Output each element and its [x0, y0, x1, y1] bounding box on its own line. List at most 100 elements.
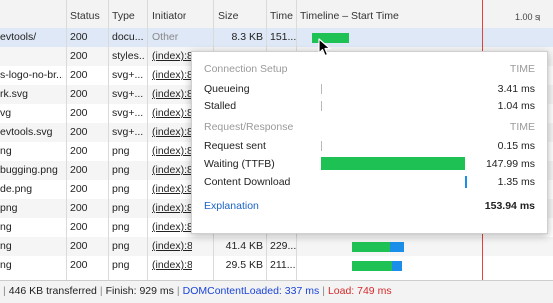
finish-text: Finish: 929 ms: [105, 285, 174, 297]
request-name: evtools/: [0, 31, 37, 43]
request-initiator[interactable]: (index):8: [152, 161, 192, 180]
request-initiator[interactable]: (index):8: [152, 180, 192, 199]
queueing-row: Queueing 3.41 ms: [204, 81, 535, 97]
connection-setup-label: Connection Setup: [204, 63, 288, 75]
waiting-bar: [321, 157, 465, 170]
request-status: 200: [70, 221, 88, 233]
explanation-link[interactable]: Explanation: [204, 198, 259, 214]
request-status: 200: [70, 69, 88, 81]
queueing-label: Queueing: [204, 83, 250, 95]
request-initiator[interactable]: (index):8: [152, 142, 192, 161]
waterfall-download-bar: [392, 261, 402, 271]
queueing-bar: [321, 84, 322, 94]
request-type: png: [112, 221, 130, 233]
column-divider: [147, 0, 148, 280]
request-initiator[interactable]: (index):8: [152, 66, 192, 85]
request-response-label: Request/Response: [204, 121, 294, 133]
request-name: de.png: [0, 183, 33, 195]
content-download-value: 1.35 ms: [497, 176, 535, 188]
timeline-scale-tick: [539, 15, 540, 21]
request-name: rk.svg: [0, 88, 29, 100]
request-initiator[interactable]: (index):8: [152, 218, 192, 237]
waiting-value: 147.99 ms: [485, 158, 535, 170]
table-row[interactable]: evtools/200 docu... Other 8.3 KB 151...: [0, 28, 553, 47]
request-name: ng: [0, 259, 12, 271]
waterfall-waiting-bar: [352, 261, 392, 271]
table-row[interactable]: ng 200 png (index):8 41.4 KB 229...: [0, 237, 553, 256]
timing-tooltip: Connection Setup TIME Queueing 3.41 ms S…: [191, 51, 548, 234]
request-sent-value: 0.15 ms: [497, 140, 535, 152]
content-download-bar: [465, 176, 467, 188]
request-name: evtools.svg: [0, 126, 53, 138]
request-sent-row: Request sent 0.15 ms: [204, 138, 535, 154]
stalled-label: Stalled: [204, 100, 237, 112]
request-status: 200: [70, 145, 88, 157]
request-name: ng: [0, 145, 12, 157]
request-initiator[interactable]: (index):8: [152, 123, 192, 142]
request-initiator[interactable]: (index):8: [152, 256, 192, 275]
request-status: 200: [70, 164, 88, 176]
request-name: png: [0, 202, 18, 214]
time-header: TIME: [509, 63, 535, 75]
request-status: 200: [70, 183, 88, 195]
request-type: docu...: [112, 31, 144, 43]
request-initiator[interactable]: (index):8: [152, 199, 192, 218]
status-separator: |: [322, 285, 325, 297]
request-name: ng: [0, 240, 12, 252]
request-initiator[interactable]: (index):8: [152, 237, 192, 256]
request-type: svg+...: [112, 88, 144, 100]
request-name: ng: [0, 221, 12, 233]
stalled-value: 1.04 ms: [497, 100, 535, 112]
request-status: 200: [70, 126, 88, 138]
total-time: 153.94 ms: [484, 200, 535, 212]
stalled-bar: [321, 101, 322, 111]
request-status: 200: [70, 107, 88, 119]
request-name: [0, 47, 63, 66]
request-initiator[interactable]: (index):8: [152, 47, 192, 66]
request-type: png: [112, 259, 130, 271]
content-download-label: Content Download: [204, 176, 291, 188]
transferred-text: 446 KB transferred: [8, 285, 97, 297]
request-type: svg+...: [112, 107, 144, 119]
request-type: png: [112, 183, 130, 195]
waiting-label: Waiting (TTFB): [204, 158, 275, 170]
table-row[interactable]: ng 200 png (index):8 29.5 KB 211...: [0, 256, 553, 275]
request-type: svg+...: [112, 69, 144, 81]
request-status: 200: [70, 50, 88, 62]
request-type: png: [112, 145, 130, 157]
load-text: Load: 749 ms: [327, 285, 392, 297]
request-size: 41.4 KB: [225, 240, 263, 252]
waterfall-download-bar: [390, 242, 404, 252]
request-time: 229...: [270, 240, 296, 252]
status-separator: |: [3, 285, 6, 297]
request-name: vg: [0, 107, 12, 119]
status-bar: | 446 KB transferred | Finish: 929 ms | DOMCo…: [0, 280, 553, 303]
content-download-row: Content Download 1.35 ms: [204, 174, 535, 190]
dom-content-loaded-text: DOMContentLoaded: 337 ms: [182, 285, 320, 297]
request-status: 200: [70, 259, 88, 271]
mouse-cursor-icon: [318, 38, 331, 57]
request-initiator[interactable]: (index):8: [152, 85, 192, 104]
column-divider: [66, 0, 67, 280]
column-divider: [108, 0, 109, 280]
request-status: 200: [70, 240, 88, 252]
request-type: png: [112, 240, 130, 252]
request-name: s-logo-no-br...: [0, 69, 63, 81]
total-row: Explanation 153.94 ms: [204, 198, 535, 214]
request-initiator: Other: [152, 31, 179, 43]
request-status: 200: [70, 202, 88, 214]
stalled-row: Stalled 1.04 ms: [204, 98, 535, 114]
request-response-header: Request/Response TIME: [204, 119, 535, 135]
request-type: png: [112, 164, 130, 176]
request-time: 151...: [270, 31, 296, 43]
request-name: bugging.png: [0, 164, 58, 176]
request-status: 200: [70, 31, 88, 43]
time-header-2: TIME: [509, 121, 535, 133]
connection-setup-header: Connection Setup TIME: [204, 61, 535, 77]
status-separator: |: [176, 285, 180, 297]
request-initiator[interactable]: (index):8: [152, 104, 192, 123]
request-type: png: [112, 202, 130, 214]
request-type: styles...: [112, 50, 144, 62]
request-sent-bar: [321, 141, 322, 151]
request-type: svg+...: [112, 126, 144, 138]
